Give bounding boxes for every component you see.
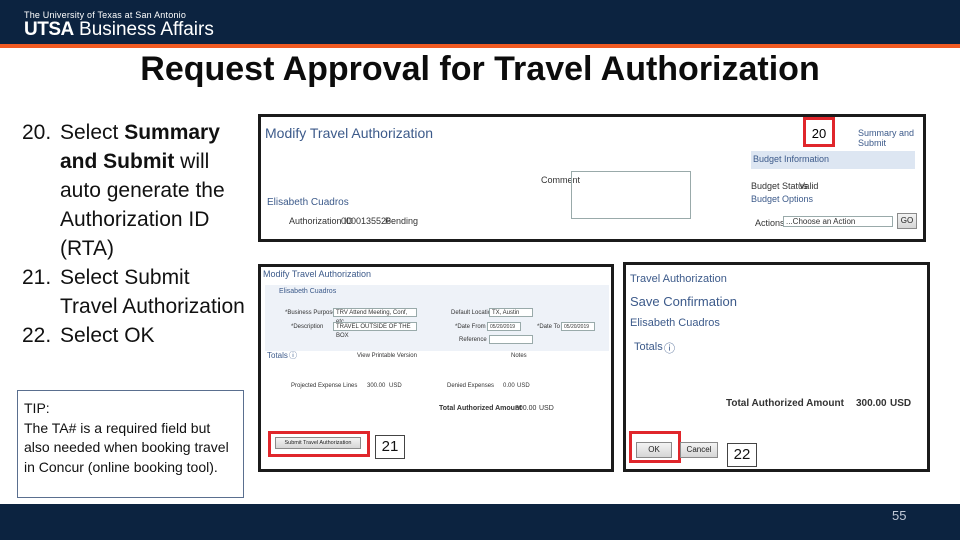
comment-textarea[interactable] (571, 171, 691, 219)
status-value: Pending (385, 216, 419, 226)
totals-label: Totals (634, 341, 663, 353)
page-title: Modify Travel Authorization (263, 269, 372, 279)
brand-logo: UTSA Business Affairs (24, 19, 214, 41)
tip-heading: TIP: (24, 400, 50, 416)
brand-strong: UTSA (24, 19, 74, 40)
description-input[interactable]: TRAVEL OUTSIDE OF THE BOX (333, 322, 417, 339)
total-authorized-currency: USD (890, 398, 912, 409)
denied-value: 0.00 (503, 383, 515, 389)
step-item: 20. Select Summary and Submit will auto … (22, 118, 252, 263)
ok-button[interactable]: OK (636, 442, 672, 458)
header-accent-line (0, 44, 960, 48)
date-from-label: *Date From (455, 324, 486, 330)
business-purpose-select[interactable]: TRV Attend Meeting, Conf, etc. (333, 308, 417, 325)
total-authorized-label: Total Authorized Amount (726, 398, 844, 409)
footer-bar: 55 (0, 504, 960, 540)
brand-rest: Business Affairs (79, 19, 214, 40)
business-purpose-label: *Business Purpose (285, 310, 336, 316)
page-title: Modify Travel Authorization (265, 125, 434, 141)
employee-name: Elisabeth Cuadros (630, 317, 720, 329)
step-number: 21. (22, 266, 52, 289)
notes-link[interactable]: Notes (511, 353, 527, 359)
view-printable-link[interactable]: View Printable Version (357, 353, 417, 359)
save-confirmation-heading: Save Confirmation (630, 294, 737, 309)
go-button[interactable]: GO (897, 213, 917, 229)
budget-header: Budget Information (751, 151, 915, 169)
screenshot-submit-travel-authorization: Modify Travel Authorization Elisabeth Cu… (258, 264, 614, 472)
denied-currency: USD (517, 383, 530, 389)
slide-title: Request Approval for Travel Authorizatio… (140, 50, 820, 88)
date-from-input[interactable]: 05/20/2019 (487, 322, 521, 331)
help-icon: ⓘ (289, 351, 297, 360)
step-item: 21. Select Submit Travel Authorization (22, 263, 252, 321)
page-number: 55 (892, 508, 907, 523)
denied-label: Denied Expenses (447, 383, 495, 389)
total-authorized-value: 300.00 (856, 398, 887, 409)
employee-name: Elisabeth Cuadros (267, 197, 349, 208)
step-text: Select Summary and Submit will auto gene… (60, 121, 225, 260)
page-title: Travel Authorization (630, 273, 727, 285)
default-location-label: Default Location (451, 310, 495, 316)
header-bar: The University of Texas at San Antonio U… (0, 0, 960, 48)
total-authorized-label: Total Authorized Amount (439, 405, 522, 412)
steps-list: 20. Select Summary and Submit will auto … (22, 118, 252, 350)
submit-travel-authorization-button[interactable]: Submit Travel Authorization (275, 437, 361, 449)
authorization-id-value: 0000135526 (341, 216, 392, 226)
date-to-label: *Date To (537, 324, 560, 330)
help-icon: ⓘ (664, 343, 675, 355)
step-item: 22. Select OK (22, 321, 252, 350)
reference-input[interactable] (489, 335, 533, 344)
cancel-button[interactable]: Cancel (680, 442, 718, 458)
tip-body: The TA# is a required field but also nee… (24, 419, 229, 475)
tip-box: TIP: The TA# is a required field but als… (17, 390, 244, 498)
step-callout-21: 21 (375, 435, 405, 459)
reference-label: Reference (459, 337, 487, 343)
step-callout-20: 20 (811, 126, 827, 141)
actions-label: Actions (755, 218, 785, 228)
screenshot-save-confirmation: Travel Authorization Save Confirmation E… (623, 262, 930, 472)
step-text: Select OK (60, 324, 155, 347)
step-text: Select Submit Travel Authorization (60, 266, 245, 318)
step-number: 22. (22, 324, 52, 347)
projected-currency: USD (389, 383, 402, 389)
step-callout-22: 22 (727, 443, 757, 467)
projected-label: Projected Expense Lines (291, 383, 358, 389)
budget-options-link[interactable]: Budget Options (751, 194, 813, 204)
default-location-input[interactable]: TX, Austin (489, 308, 533, 317)
summary-and-submit-link[interactable]: Summary and Submit (858, 128, 923, 148)
total-authorized-currency: USD (539, 405, 554, 412)
budget-status-value: Valid (799, 181, 819, 191)
step-number: 20. (22, 121, 52, 144)
description-label: *Description (291, 324, 324, 330)
callout-box-20: 20 (803, 117, 835, 147)
actions-select[interactable]: ...Choose an Action (783, 216, 893, 227)
projected-value: 300.00 (367, 383, 386, 389)
total-authorized-value: 300.00 (515, 405, 537, 412)
date-to-input[interactable]: 05/20/2019 (561, 322, 595, 331)
employee-name: Elisabeth Cuadros (279, 288, 337, 295)
totals-label: Totals (267, 351, 288, 360)
screenshot-modify-travel-authorization: Modify Travel Authorization Elisabeth Cu… (258, 114, 926, 242)
